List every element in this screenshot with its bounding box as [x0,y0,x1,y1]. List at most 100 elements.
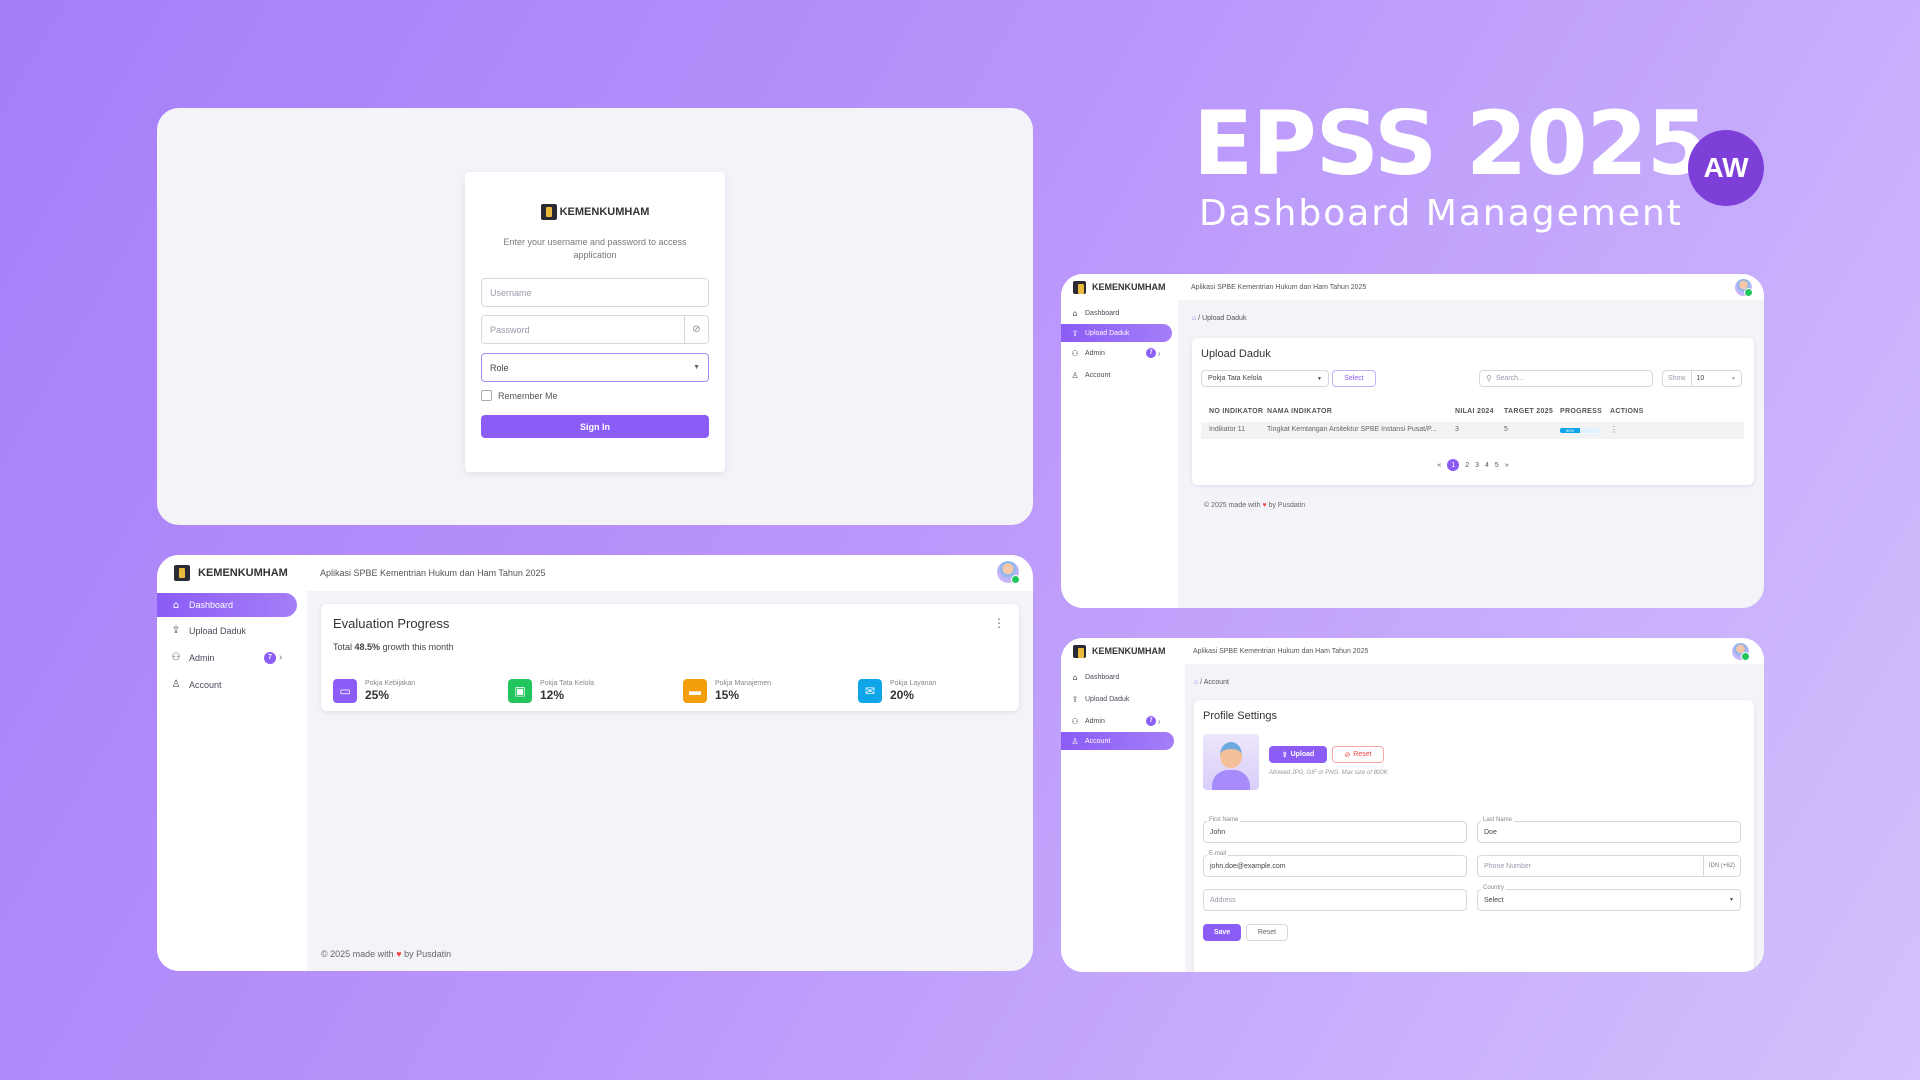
cell-no: Indikator 11 [1209,426,1246,433]
home-icon[interactable]: ⌂ [1194,679,1198,686]
sidebar-item-account[interactable]: ♙ Account [1061,364,1178,386]
password-input[interactable]: Password ⊘ [481,315,709,344]
pagination: « 1 2 3 4 5 » [1192,458,1754,472]
stat-value: 25% [365,688,390,702]
author-badge: AW [1688,130,1764,206]
pagination-prev[interactable]: « [1437,462,1441,469]
user-avatar[interactable] [1735,279,1753,297]
breadcrumb: ⌂ / Upload Daduk [1192,315,1247,322]
sidebar: ⌂ Dashboard ⇪ Upload Daduk ⚇ Admin 7 › ♙ Acc… [1061,300,1178,608]
progress-bar: 50% [1560,428,1600,433]
sidebar-item-upload[interactable]: ⇪ Upload Daduk [1061,688,1185,710]
column-header: PROGRESS [1560,408,1603,415]
role-select[interactable]: Role ▼ [481,353,709,382]
sidebar-item-admin[interactable]: ⚇ Admin 7 › [1061,710,1185,732]
profile-panel: Profile Settings ⇪ Upload ⊘ Reset Allowed … [1194,700,1754,972]
sidebar-item-upload[interactable]: ⇪ Upload Daduk [1061,324,1172,342]
sidebar-item-admin[interactable]: ⚇ Admin 7 › [1061,342,1178,364]
login-brand: KEMENKUMHAM [465,204,725,220]
sidebar-item-account[interactable]: ♙ Account [1061,732,1174,750]
email-field[interactable]: john.doe@example.com [1203,855,1467,877]
kemenkumham-logo-icon [1073,280,1086,294]
brand[interactable]: KEMENKUMHAM [1061,280,1191,294]
sidebar-item-dashboard[interactable]: ⌂ Dashboard [1061,666,1185,688]
more-vertical-icon[interactable]: ⋮ [1610,425,1618,434]
sign-in-button[interactable]: Sign In [481,415,709,438]
user-icon: ♙ [1071,736,1079,746]
remember-me[interactable]: Remember Me [481,390,558,401]
user-icon: ♙ [171,679,181,690]
column-header: NAMA INDIKATOR [1267,408,1333,415]
more-vertical-icon[interactable]: ⋮ [993,616,1005,630]
upload-icon: ⇪ [1071,694,1079,704]
first-name-field[interactable]: John [1203,821,1467,843]
search-input[interactable]: ⚲ Search... [1479,370,1653,387]
login-instruction: Enter your username and password to acce… [503,237,687,260]
eye-off-icon[interactable]: ⊘ [684,316,708,343]
breadcrumb: ⌂ / Account [1194,679,1229,686]
cell-nilai: 3 [1455,426,1459,433]
user-avatar[interactable] [1732,643,1750,661]
heart-icon: ♥ [396,949,402,959]
column-header: NILAI 2024 [1455,408,1494,415]
country-select[interactable]: Select ▼ [1477,889,1741,911]
topbar: KEMENKUMHAM Aplikasi SPBE Kementrian Huk… [1061,638,1764,664]
sidebar-item-admin[interactable]: ⚇ Admin 7 › [157,644,307,671]
admin-count-badge: 7 [1146,348,1156,358]
last-name-field[interactable]: Doe [1477,821,1741,843]
username-input[interactable]: Username [481,278,709,307]
sidebar-item-dashboard[interactable]: ⌂ Dashboard [1061,302,1178,324]
account-screen: KEMENKUMHAM Aplikasi SPBE Kementrian Huk… [1061,638,1764,972]
reset-photo-button[interactable]: ⊘ Reset [1332,746,1384,763]
upload-panel: Upload Daduk Pokja Tata Kelola ▼ Select ⚲… [1192,338,1754,485]
remember-checkbox[interactable] [481,390,492,401]
admin-count-badge: 7 [264,651,276,664]
page-size-select[interactable]: Show 10 ▼ [1662,370,1742,387]
panel-title: Profile Settings [1203,710,1277,722]
chevron-down-icon: ▼ [693,364,700,371]
phone-field[interactable]: Phone Number IDN (+62) [1477,855,1741,877]
pagination-page[interactable]: 1 [1447,459,1460,471]
last-name-label: Last Name [1481,817,1515,823]
home-icon: ⌂ [1072,308,1078,318]
address-field[interactable]: Address [1203,889,1467,911]
sidebar-item-dashboard[interactable]: ⌂ Dashboard [157,593,297,617]
save-button[interactable]: Save [1203,924,1241,941]
upload-photo-button[interactable]: ⇪ Upload [1269,746,1327,763]
users-icon: ⚇ [1071,716,1079,726]
pokja-filter-select[interactable]: Pokja Tata Kelola ▼ [1201,370,1329,387]
pagination-page[interactable]: 2 [1465,462,1469,469]
dashboard-screen: KEMENKUMHAM Aplikasi SPBE Kementrian Huk… [157,555,1033,971]
pagination-page[interactable]: 4 [1485,462,1489,469]
panel-title: Upload Daduk [1201,348,1271,360]
select-button[interactable]: Select [1332,370,1376,387]
chevron-down-icon: ▼ [1317,375,1322,382]
laptop-icon: ▬ [683,679,707,703]
sidebar-item-upload[interactable]: ⇪ Upload Daduk [157,617,307,644]
pagination-page[interactable]: 5 [1495,462,1499,469]
brand[interactable]: KEMENKUMHAM [1061,644,1191,658]
stat-label: Pokja Layanan [890,679,937,687]
growth-summary: Total 48.5% growth this month [333,642,454,652]
stat-label: Pokja Manajemen [715,679,772,687]
form-reset-button[interactable]: Reset [1246,924,1288,941]
folder-icon: ▭ [333,679,357,703]
column-header: TARGET 2025 [1504,408,1554,415]
brand[interactable]: KEMENKUMHAM [157,565,320,581]
home-icon[interactable]: ⌂ [1192,315,1196,322]
column-header: ACTIONS [1610,408,1644,415]
pagination-next[interactable]: » [1505,462,1509,469]
topbar: KEMENKUMHAM Aplikasi SPBE Kementrian Huk… [157,555,1033,591]
column-header: NO INDIKATOR [1209,408,1264,415]
stat-item: ▭ Pokja Kebijakan 25% [333,679,415,703]
mail-icon: ✉ [858,679,882,703]
pagination-page[interactable]: 3 [1475,462,1479,469]
sidebar-item-account[interactable]: ♙ Account [157,671,307,698]
app-title: Aplikasi SPBE Kementrian Hukum dan Ham T… [1191,283,1367,291]
search-icon: ⚲ [1486,374,1492,383]
upload-icon: ⇪ [1281,751,1288,759]
user-avatar[interactable] [997,561,1020,584]
sidebar: ⌂ Dashboard ⇪ Upload Daduk ⚇ Admin 7 › ♙ Acc… [1061,664,1185,972]
stat-item: ▣ Pokja Tata Kelola 12% [508,679,594,703]
table-row[interactable]: Indikator 11 Tingkat Kemtangan Arsitektur… [1201,422,1744,439]
